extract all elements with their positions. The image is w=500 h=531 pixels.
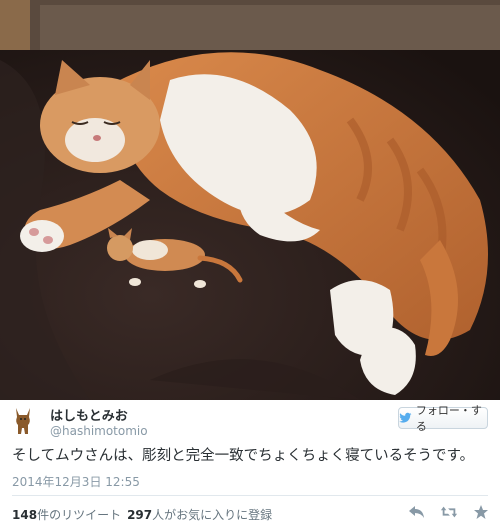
reply-icon[interactable]: [408, 504, 426, 520]
favorite-count[interactable]: 297: [127, 508, 152, 522]
tweet-stats: 148件のリツイート 297人がお気に入りに登録: [12, 506, 272, 523]
tweet-actions: [408, 504, 490, 520]
screen-name[interactable]: @hashimotomio: [50, 424, 148, 438]
retweet-count[interactable]: 148: [12, 508, 37, 522]
retweet-label[interactable]: 件のリツイート: [37, 508, 121, 522]
avatar[interactable]: [12, 406, 34, 436]
divider: [12, 495, 488, 496]
follow-label: フォロー・する: [415, 404, 482, 433]
tweet-text: そしてムウさんは、彫刻と完全一致でちょくちょく寝ているそうです。: [12, 448, 475, 464]
favorite-label[interactable]: 人がお気に入りに登録: [152, 508, 272, 522]
tweet-header: はしもとみお @hashimotomio フォロー・する: [12, 404, 488, 442]
follow-button[interactable]: フォロー・する: [398, 404, 488, 433]
star-icon[interactable]: [472, 504, 490, 520]
retweet-icon[interactable]: [440, 504, 458, 520]
cat-photo-illustration: [0, 0, 500, 400]
twitter-bird-icon: [399, 412, 412, 423]
tweet-photo[interactable]: [0, 0, 500, 400]
display-name[interactable]: はしもとみお: [50, 405, 128, 424]
tweet-date[interactable]: 2014年12月3日 12:55: [12, 473, 140, 490]
